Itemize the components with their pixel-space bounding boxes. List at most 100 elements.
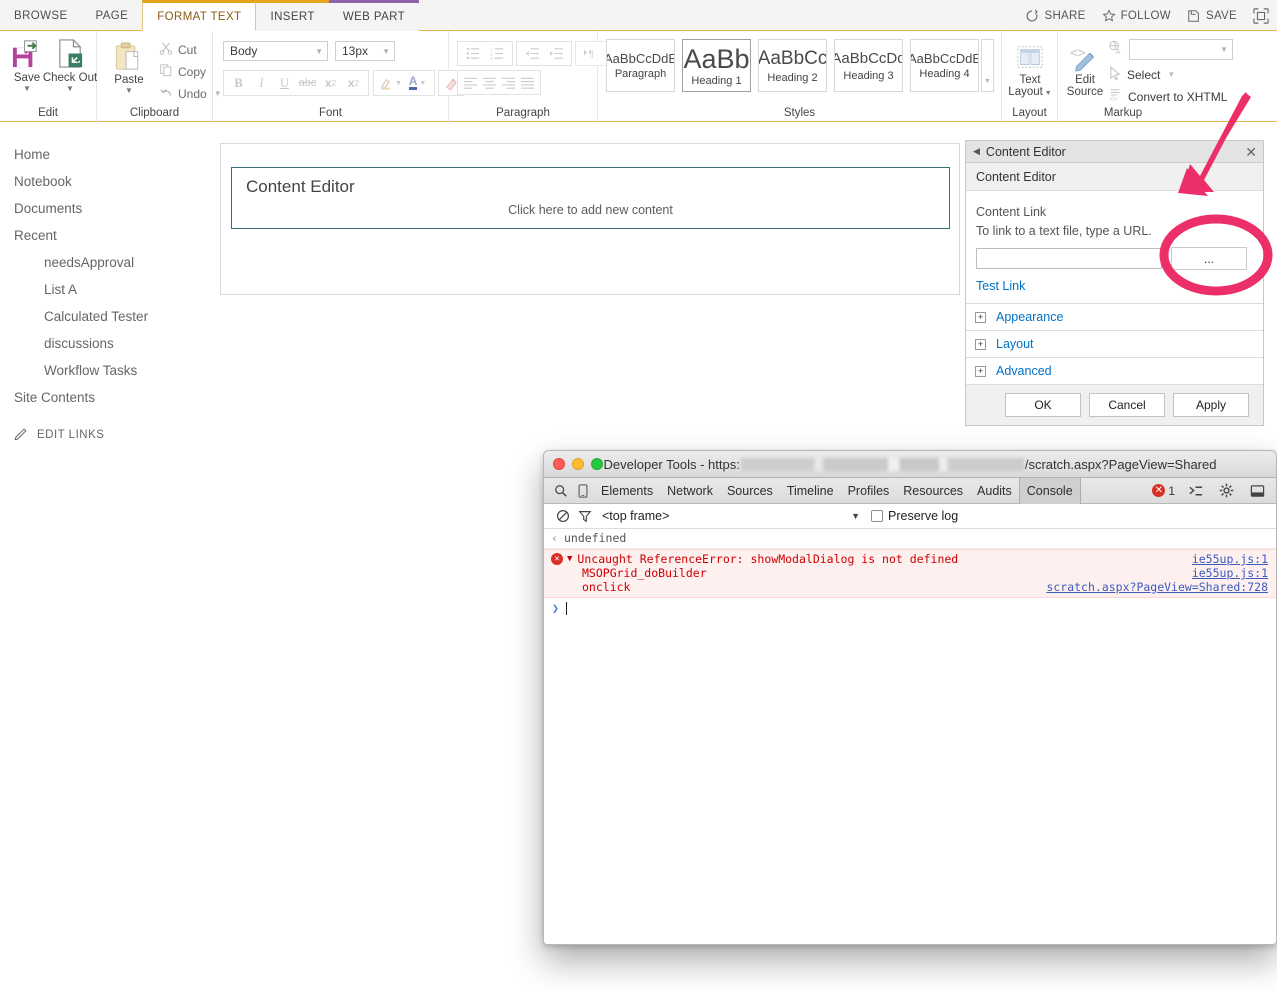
text-layout-button[interactable]: Text Layout ▼: [1004, 38, 1056, 98]
tab-web-part[interactable]: WEB PART: [328, 0, 420, 31]
error-count-badge[interactable]: ✕ 1: [1152, 484, 1175, 498]
edit-links-button[interactable]: EDIT LINKS: [14, 426, 214, 443]
style-card-heading-1[interactable]: AaBb Heading 1: [682, 39, 751, 92]
superscript-button[interactable]: x2: [343, 73, 364, 94]
tab-network[interactable]: Network: [660, 480, 720, 502]
bulleted-list-icon[interactable]: [463, 43, 484, 64]
filter-icon[interactable]: [574, 509, 596, 523]
focus-on-content-icon[interactable]: [1253, 7, 1269, 24]
sidebar-item-needsapproval[interactable]: needsApproval: [14, 250, 214, 277]
numbered-list-icon[interactable]: 123: [487, 43, 508, 64]
console-stack-frame: MSOPGrid_doBuilder ie55up.js:1: [551, 566, 1268, 580]
expand-icon[interactable]: +: [975, 338, 986, 350]
sidebar-item-site-contents[interactable]: Site Contents: [14, 385, 214, 412]
cancel-button[interactable]: Cancel: [1089, 393, 1165, 417]
sidebar-item-documents[interactable]: Documents: [14, 196, 214, 223]
console-prompt[interactable]: ❯: [544, 598, 1276, 618]
search-icon[interactable]: [550, 484, 572, 498]
sidebar-item-list-a[interactable]: List A: [14, 277, 214, 304]
tab-timeline[interactable]: Timeline: [780, 480, 841, 502]
select-dropdown-caret[interactable]: ▼: [1167, 70, 1175, 79]
align-right-icon[interactable]: [499, 72, 518, 93]
content-link-input[interactable]: [976, 248, 1162, 269]
chevron-left-icon[interactable]: ◀: [973, 146, 980, 157]
section-appearance[interactable]: + Appearance: [966, 304, 1263, 331]
cut-button[interactable]: Cut: [159, 41, 197, 58]
expand-triangle-icon[interactable]: ▼: [567, 554, 572, 564]
save-suite-button[interactable]: SAVE: [1187, 9, 1237, 23]
device-toolbar-icon[interactable]: [572, 483, 594, 498]
expand-icon[interactable]: +: [975, 365, 986, 377]
sidebar-item-recent[interactable]: Recent: [14, 223, 214, 250]
preserve-log-toggle[interactable]: Preserve log: [871, 509, 958, 523]
check-out-dropdown-caret[interactable]: ▼: [42, 85, 98, 93]
test-link[interactable]: Test Link: [976, 279, 1253, 293]
sidebar-item-notebook[interactable]: Notebook: [14, 169, 214, 196]
font-size-select[interactable]: 13px ▼: [335, 41, 395, 61]
console-drawer-icon[interactable]: [1184, 484, 1206, 498]
align-center-icon[interactable]: [480, 72, 499, 93]
tab-elements[interactable]: Elements: [594, 480, 660, 502]
bold-button[interactable]: B: [228, 73, 249, 94]
underline-button[interactable]: U: [274, 73, 295, 94]
console-result-row: ‹ undefined: [544, 529, 1276, 549]
copy-button[interactable]: Copy: [159, 63, 206, 80]
tab-page[interactable]: PAGE: [82, 0, 143, 31]
tab-audits[interactable]: Audits: [970, 480, 1019, 502]
tab-profiles[interactable]: Profiles: [841, 480, 897, 502]
italic-button[interactable]: I: [251, 73, 272, 94]
follow-button[interactable]: FOLLOW: [1101, 8, 1171, 23]
paste-button[interactable]: Paste ▼: [103, 38, 155, 95]
add-content-placeholder[interactable]: Click here to add new content: [232, 203, 949, 217]
console-error-source[interactable]: ie55up.js:1: [1192, 552, 1268, 566]
expand-icon[interactable]: +: [975, 311, 986, 323]
dock-side-icon[interactable]: [1246, 484, 1268, 498]
apply-button[interactable]: Apply: [1173, 393, 1249, 417]
sidebar-item-home[interactable]: Home: [14, 142, 214, 169]
section-advanced[interactable]: + Advanced: [966, 358, 1263, 385]
subscript-button[interactable]: x2: [320, 73, 341, 94]
justify-icon[interactable]: [518, 72, 537, 93]
style-card-paragraph[interactable]: AaBbCcDdE Paragraph: [606, 39, 675, 92]
style-card-heading-3[interactable]: AaBbCcDd Heading 3: [834, 39, 903, 92]
style-card-heading-4[interactable]: AaBbCcDdE Heading 4: [910, 39, 979, 92]
font-family-select[interactable]: Body ▼: [223, 41, 328, 61]
paste-dropdown-caret[interactable]: ▼: [103, 87, 155, 95]
section-layout[interactable]: + Layout: [966, 331, 1263, 358]
tab-format-text[interactable]: FORMAT TEXT: [142, 0, 257, 31]
frame-selector[interactable]: <top frame> ▼: [602, 509, 860, 523]
increase-indent-icon[interactable]: [546, 43, 567, 64]
preserve-log-checkbox[interactable]: [871, 510, 883, 522]
edit-source-button[interactable]: <> Edit Source: [1060, 38, 1110, 98]
ribbon-tabstrip: BROWSE PAGE FORMAT TEXT INSERT WEB PART …: [0, 0, 1277, 31]
style-card-heading-2[interactable]: AaBbCc Heading 2: [758, 39, 827, 92]
check-out-button[interactable]: Check Out ▼: [42, 36, 98, 93]
language-select[interactable]: ▼: [1129, 39, 1233, 60]
console-output[interactable]: ‹ undefined ✕ ▼ Uncaught ReferenceError:…: [544, 529, 1276, 618]
convert-to-xhtml-button[interactable]: <> Convert to XHTML: [1109, 88, 1227, 105]
strikethrough-button[interactable]: abc: [297, 73, 318, 94]
highlight-color-icon[interactable]: ▼: [378, 73, 404, 94]
clear-console-icon[interactable]: [552, 509, 574, 523]
select-button[interactable]: Select ▼: [1109, 65, 1175, 83]
browse-button[interactable]: ...: [1171, 247, 1247, 270]
tab-resources[interactable]: Resources: [896, 480, 970, 502]
settings-gear-icon[interactable]: [1215, 483, 1237, 498]
share-button[interactable]: SHARE: [1025, 9, 1085, 23]
stack-frame-source[interactable]: ie55up.js:1: [1192, 566, 1268, 580]
align-left-icon[interactable]: [461, 72, 480, 93]
styles-gallery-scroll[interactable]: ▼: [981, 39, 994, 92]
tab-console[interactable]: Console: [1018, 477, 1081, 504]
ok-button[interactable]: OK: [1005, 393, 1081, 417]
font-color-icon[interactable]: A ▼: [405, 73, 431, 94]
close-icon[interactable]: ✕: [1245, 145, 1257, 159]
sidebar-item-discussions[interactable]: discussions: [14, 331, 214, 358]
content-editor-webpart[interactable]: Content Editor Click here to add new con…: [231, 167, 950, 229]
tab-insert[interactable]: INSERT: [256, 0, 329, 31]
decrease-indent-icon[interactable]: [522, 43, 543, 64]
tab-browse[interactable]: BROWSE: [0, 0, 82, 31]
stack-frame-source[interactable]: scratch.aspx?PageView=Shared:728: [1046, 580, 1268, 594]
sidebar-item-calculated-tester[interactable]: Calculated Tester: [14, 304, 214, 331]
tab-sources[interactable]: Sources: [720, 480, 780, 502]
sidebar-item-workflow-tasks[interactable]: Workflow Tasks: [14, 358, 214, 385]
